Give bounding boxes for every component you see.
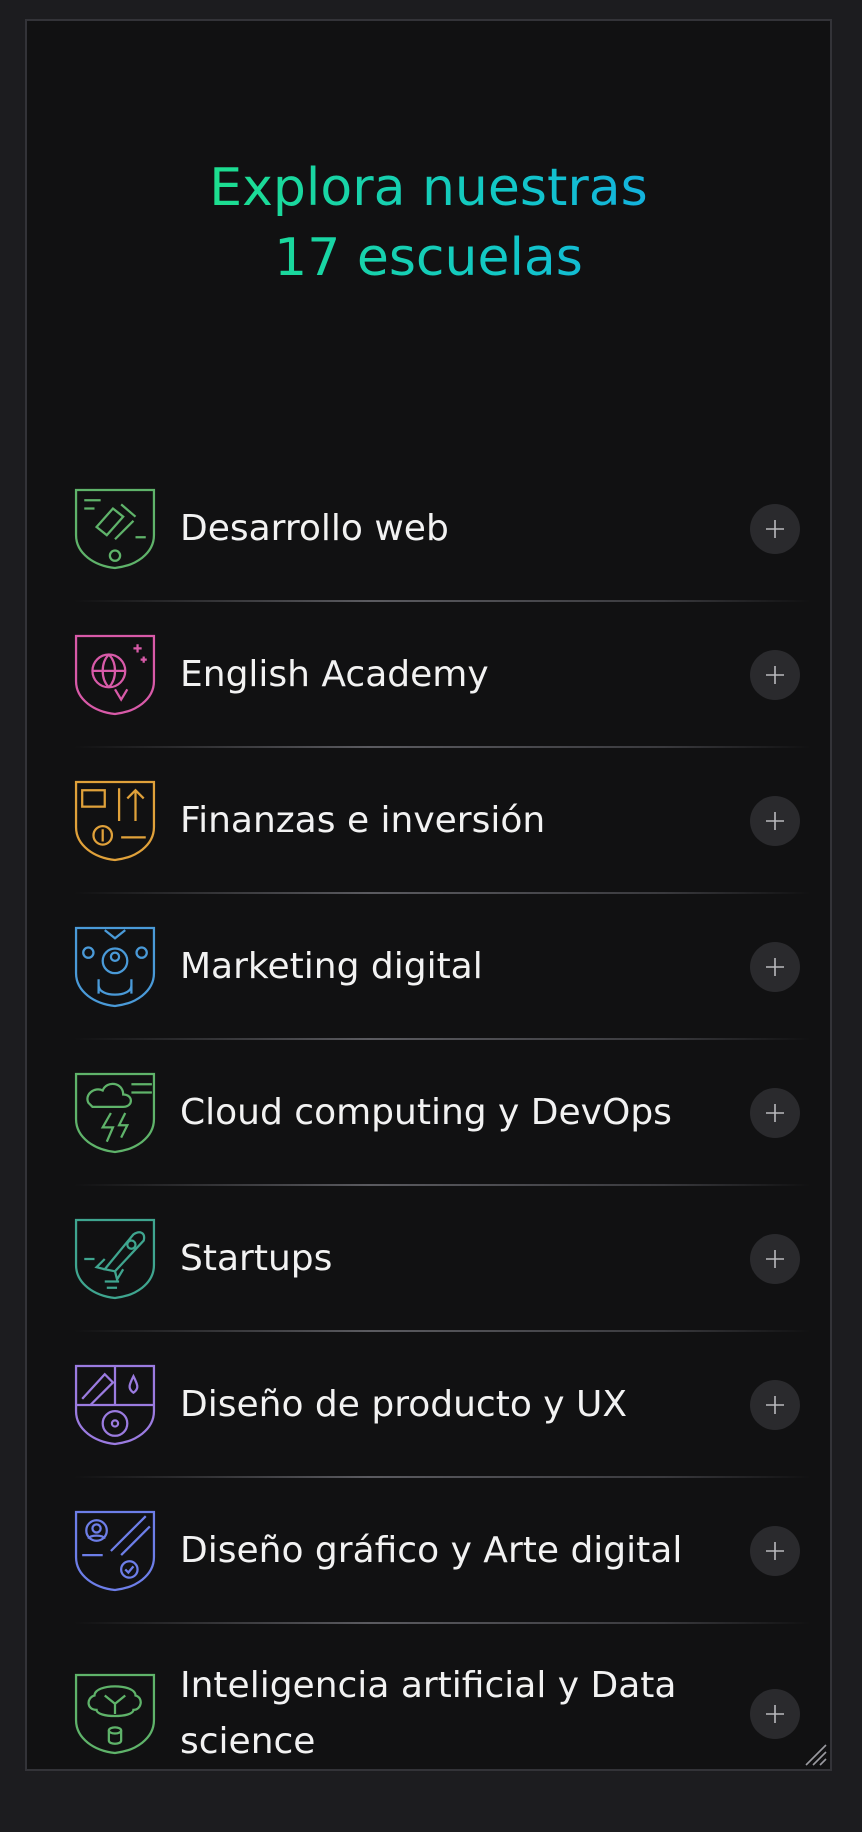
school-item-cloud[interactable]: Cloud computing y DevOps bbox=[74, 1040, 810, 1186]
finance-shield-icon bbox=[74, 780, 156, 862]
cloud-shield-icon bbox=[74, 1072, 156, 1154]
expand-button[interactable] bbox=[750, 1088, 800, 1138]
school-item-english-academy[interactable]: English Academy bbox=[74, 602, 810, 748]
plus-icon bbox=[766, 1104, 784, 1122]
plus-icon bbox=[766, 1542, 784, 1560]
school-label: English Academy bbox=[180, 654, 489, 695]
school-label: Marketing digital bbox=[180, 946, 483, 987]
code-shield-icon bbox=[74, 488, 156, 570]
school-label: Cloud computing y DevOps bbox=[180, 1092, 672, 1133]
globe-shield-icon bbox=[74, 634, 156, 716]
ai-shield-icon bbox=[74, 1673, 156, 1755]
schools-list: Desarrollo web English Academy Finanzas … bbox=[74, 456, 810, 1769]
plus-icon bbox=[766, 666, 784, 684]
expand-button[interactable] bbox=[750, 504, 800, 554]
school-item-finanzas[interactable]: Finanzas e inversión bbox=[74, 748, 810, 894]
expand-button[interactable] bbox=[750, 1689, 800, 1739]
schools-panel: Explora nuestras 17 escuelas Desarrollo … bbox=[25, 19, 832, 1771]
plus-icon bbox=[766, 812, 784, 830]
expand-button[interactable] bbox=[750, 1380, 800, 1430]
school-label: Desarrollo web bbox=[180, 508, 449, 549]
school-label: Diseño gráfico y Arte digital bbox=[180, 1530, 683, 1571]
plus-icon bbox=[766, 958, 784, 976]
marketing-shield-icon bbox=[74, 926, 156, 1008]
resize-handle-icon[interactable] bbox=[802, 1741, 828, 1767]
expand-button[interactable] bbox=[750, 1526, 800, 1576]
expand-button[interactable] bbox=[750, 1234, 800, 1284]
page-title: Explora nuestras 17 escuelas bbox=[27, 153, 830, 293]
school-label: Inteligencia artificial y Data science bbox=[180, 1665, 677, 1762]
school-item-startups[interactable]: Startups bbox=[74, 1186, 810, 1332]
school-item-marketing[interactable]: Marketing digital bbox=[74, 894, 810, 1040]
plus-icon bbox=[766, 1250, 784, 1268]
art-shield-icon bbox=[74, 1510, 156, 1592]
expand-button[interactable] bbox=[750, 796, 800, 846]
expand-button[interactable] bbox=[750, 650, 800, 700]
school-label: Finanzas e inversión bbox=[180, 800, 546, 841]
school-label: Diseño de producto y UX bbox=[180, 1384, 628, 1425]
design-shield-icon bbox=[74, 1364, 156, 1446]
school-item-inteligencia-artificial[interactable]: Inteligencia artificial y Data science bbox=[74, 1624, 810, 1769]
school-item-desarrollo-web[interactable]: Desarrollo web bbox=[74, 456, 810, 602]
plus-icon bbox=[766, 1396, 784, 1414]
expand-button[interactable] bbox=[750, 942, 800, 992]
school-item-diseno-grafico[interactable]: Diseño gráfico y Arte digital bbox=[74, 1478, 810, 1624]
school-item-diseno-producto[interactable]: Diseño de producto y UX bbox=[74, 1332, 810, 1478]
rocket-shield-icon bbox=[74, 1218, 156, 1300]
plus-icon bbox=[766, 1705, 784, 1723]
school-label: Startups bbox=[180, 1238, 333, 1279]
plus-icon bbox=[766, 520, 784, 538]
